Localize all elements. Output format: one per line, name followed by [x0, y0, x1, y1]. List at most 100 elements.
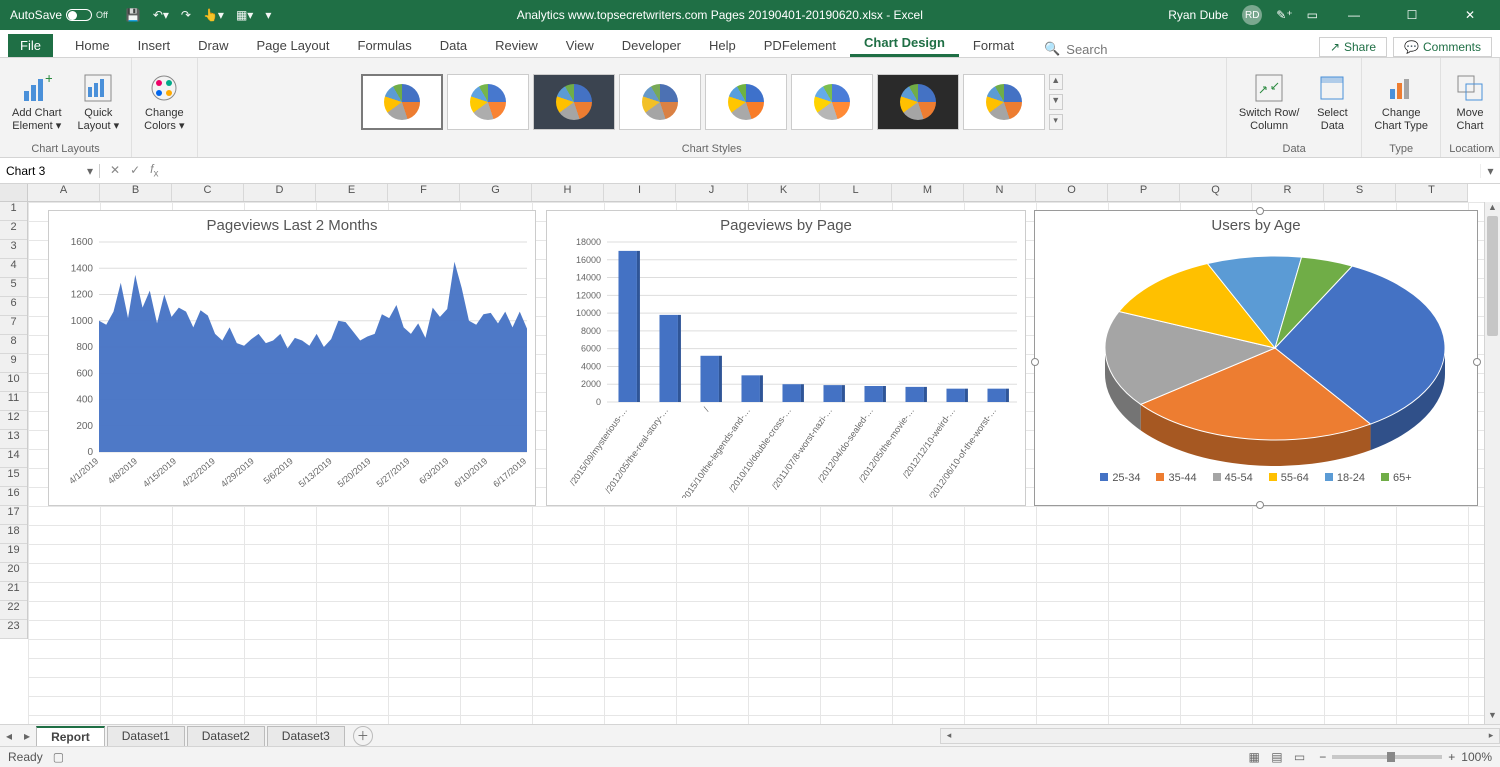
horizontal-scrollbar[interactable]: ◂ ▸ [940, 728, 1500, 744]
resize-handle-icon[interactable] [1256, 501, 1264, 509]
row-header[interactable]: 16 [0, 487, 27, 506]
row-header[interactable]: 4 [0, 259, 27, 278]
column-header[interactable]: P [1108, 184, 1180, 201]
borders-icon[interactable]: ▦▾ [236, 8, 253, 22]
resize-handle-icon[interactable] [1256, 207, 1264, 215]
page-layout-view-icon[interactable]: ▤ [1267, 750, 1286, 764]
tab-developer[interactable]: Developer [608, 34, 695, 57]
tab-draw[interactable]: Draw [184, 34, 242, 57]
sheet-tab[interactable]: Dataset2 [187, 726, 265, 746]
row-header[interactable]: 9 [0, 354, 27, 373]
quick-layout-button[interactable]: Quick Layout ▾ [72, 67, 126, 135]
row-header[interactable]: 3 [0, 240, 27, 259]
column-header[interactable]: S [1324, 184, 1396, 201]
tab-format[interactable]: Format [959, 34, 1028, 57]
cancel-formula-icon[interactable]: ✕ [110, 163, 120, 177]
autosave-toggle[interactable]: AutoSave Off [10, 8, 108, 22]
simplify-ribbon-icon[interactable]: ✎⁺ [1276, 8, 1292, 22]
file-tab[interactable]: File [8, 34, 53, 57]
tab-review[interactable]: Review [481, 34, 552, 57]
tab-home[interactable]: Home [61, 34, 124, 57]
sheet-nav-next[interactable]: ▸ [18, 729, 36, 743]
resize-handle-icon[interactable] [1031, 358, 1039, 366]
sheet-nav-prev[interactable]: ◂ [0, 729, 18, 743]
tab-pdfelement[interactable]: PDFelement [750, 34, 850, 57]
tab-insert[interactable]: Insert [124, 34, 185, 57]
save-icon[interactable]: 💾 [126, 8, 141, 22]
tab-data[interactable]: Data [426, 34, 481, 57]
zoom-slider[interactable] [1332, 755, 1442, 759]
row-header[interactable]: 7 [0, 316, 27, 335]
minimize-button[interactable]: — [1332, 8, 1376, 22]
tab-help[interactable]: Help [695, 34, 750, 57]
chart-users-age[interactable]: Users by Age 25-3435-4445-5455-6418-2465… [1034, 210, 1478, 506]
chart-style-5[interactable] [705, 74, 787, 130]
column-header[interactable]: L [820, 184, 892, 201]
tab-formulas[interactable]: Formulas [344, 34, 426, 57]
worksheet-area[interactable]: ABCDEFGHIJKLMNOPQRST 1234567891011121314… [0, 184, 1500, 724]
tab-page-layout[interactable]: Page Layout [243, 34, 344, 57]
row-header[interactable]: 10 [0, 373, 27, 392]
share-button[interactable]: ↗Share [1319, 37, 1387, 57]
macro-record-icon[interactable]: ▢ [53, 750, 64, 764]
chart-style-gallery[interactable]: ▲ ▼ ▾ [361, 62, 1063, 141]
resize-handle-icon[interactable] [1473, 358, 1481, 366]
add-chart-element-button[interactable]: + Add Chart Element ▾ [6, 67, 68, 135]
tab-chart-design[interactable]: Chart Design [850, 31, 959, 57]
column-header[interactable]: R [1252, 184, 1324, 201]
tab-view[interactable]: View [552, 34, 608, 57]
gallery-more[interactable]: ▾ [1049, 114, 1063, 130]
move-chart-button[interactable]: Move Chart [1447, 67, 1493, 135]
column-headers[interactable]: ABCDEFGHIJKLMNOPQRST [0, 184, 1468, 202]
row-header[interactable]: 6 [0, 297, 27, 316]
chart-style-3[interactable] [533, 74, 615, 130]
row-header[interactable]: 8 [0, 335, 27, 354]
column-header[interactable]: K [748, 184, 820, 201]
sheet-tab[interactable]: Dataset3 [267, 726, 345, 746]
row-header[interactable]: 18 [0, 525, 27, 544]
column-header[interactable]: M [892, 184, 964, 201]
row-header[interactable]: 23 [0, 620, 27, 639]
ribbon-options-icon[interactable]: ▭ [1307, 8, 1318, 22]
chart-style-1[interactable] [361, 74, 443, 130]
chart-style-2[interactable] [447, 74, 529, 130]
collapse-ribbon-icon[interactable]: ʌ [1489, 143, 1495, 155]
column-header[interactable]: F [388, 184, 460, 201]
zoom-level[interactable]: 100% [1461, 750, 1492, 764]
name-box[interactable]: Chart 3 ▾ [0, 164, 100, 178]
row-header[interactable]: 11 [0, 392, 27, 411]
row-header[interactable]: 21 [0, 582, 27, 601]
row-header[interactable]: 5 [0, 278, 27, 297]
row-header[interactable]: 17 [0, 506, 27, 525]
scroll-left-icon[interactable]: ◂ [941, 730, 957, 741]
column-header[interactable]: I [604, 184, 676, 201]
chart-style-8[interactable] [963, 74, 1045, 130]
select-all-corner[interactable] [0, 184, 28, 201]
column-header[interactable]: Q [1180, 184, 1252, 201]
column-header[interactable]: A [28, 184, 100, 201]
scroll-down-icon[interactable]: ▼ [1485, 710, 1500, 724]
gallery-scroll-down[interactable]: ▼ [1049, 94, 1063, 110]
switch-row-column-button[interactable]: Switch Row/ Column [1233, 67, 1306, 135]
column-header[interactable]: B [100, 184, 172, 201]
enter-formula-icon[interactable]: ✓ [130, 163, 140, 177]
column-header[interactable]: C [172, 184, 244, 201]
add-sheet-button[interactable]: ＋ [353, 726, 373, 746]
row-header[interactable]: 2 [0, 221, 27, 240]
chart-style-4[interactable] [619, 74, 701, 130]
row-header[interactable]: 13 [0, 430, 27, 449]
column-header[interactable]: O [1036, 184, 1108, 201]
column-header[interactable]: E [316, 184, 388, 201]
row-header[interactable]: 15 [0, 468, 27, 487]
touch-mode-icon[interactable]: 👆▾ [203, 8, 224, 22]
fx-icon[interactable]: fx [150, 162, 158, 179]
expand-formula-bar[interactable]: ▾ [1480, 164, 1500, 178]
column-header[interactable]: D [244, 184, 316, 201]
chart-pageviews-months[interactable]: Pageviews Last 2 Months 0200400600800100… [48, 210, 536, 506]
column-header[interactable]: H [532, 184, 604, 201]
gallery-scroll-up[interactable]: ▲ [1049, 74, 1063, 90]
scroll-up-icon[interactable]: ▲ [1485, 202, 1500, 216]
redo-icon[interactable]: ↷ [181, 8, 191, 22]
column-header[interactable]: N [964, 184, 1036, 201]
row-header[interactable]: 14 [0, 449, 27, 468]
